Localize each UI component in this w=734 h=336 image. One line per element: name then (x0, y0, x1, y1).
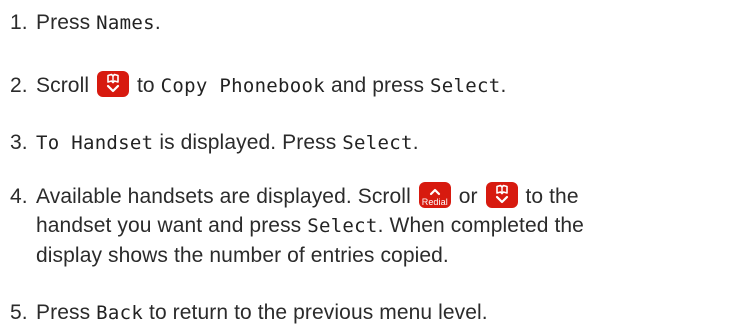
step-text: . (154, 11, 161, 34)
step-4: 4. Available handsets are displayed. Scro… (10, 182, 726, 270)
step-text: . (412, 131, 419, 154)
phonebook-down-key-icon (97, 71, 130, 97)
display-text-back: Back (96, 302, 144, 324)
redial-up-key-icon: Redial (418, 182, 451, 208)
instruction-steps: 1. Press Names. 2. Scroll to Copy Phoneboo… (0, 0, 734, 336)
step-text: . When completed the (377, 214, 584, 237)
display-text-select: Select (342, 132, 413, 154)
step-text: to (137, 74, 155, 97)
step-text: Press (36, 11, 91, 34)
step-2: 2. Scroll to Copy Phonebook and press Sel… (10, 71, 726, 101)
step-3: 3. To Handset is displayed. Press Select. (10, 128, 726, 158)
step-text: Available handsets are displayed. Scroll (36, 185, 411, 208)
step-4-line-1: 4. Available handsets are displayed. Scro… (10, 182, 726, 211)
display-text-select: Select (307, 215, 378, 237)
step-text: is displayed. Press (159, 131, 337, 154)
step-text: and press (330, 74, 425, 97)
step-text: Scroll (36, 74, 90, 97)
step-number: 1. (10, 11, 28, 34)
step-text: to return to the previous menu level. (149, 301, 488, 324)
display-text-copy-phonebook: Copy Phonebook (160, 75, 326, 97)
step-5: 5. Press Back to return to the previous m… (10, 298, 726, 328)
step-text: Press (36, 301, 91, 324)
step-text: handset you want and press (36, 214, 302, 237)
step-text: display shows the number of entries copi… (36, 244, 449, 267)
step-number: 5. (10, 301, 28, 324)
display-text-select: Select (430, 75, 501, 97)
step-1: 1. Press Names. (10, 8, 726, 38)
step-number: 3. (10, 131, 28, 154)
step-4-line-3: display shows the number of entries copi… (10, 241, 726, 270)
step-text: . (500, 74, 507, 97)
step-number: 2. (10, 74, 28, 97)
step-number: 4. (10, 185, 28, 208)
step-text: to the (525, 185, 579, 208)
phonebook-down-key-icon (485, 182, 518, 208)
redial-key-label: Redial (421, 197, 448, 207)
step-text: or (458, 185, 478, 208)
display-text-names: Names (96, 12, 155, 34)
display-text-to-handset: To Handset (36, 132, 154, 154)
step-4-line-2: handset you want and press Select. When … (10, 211, 726, 241)
